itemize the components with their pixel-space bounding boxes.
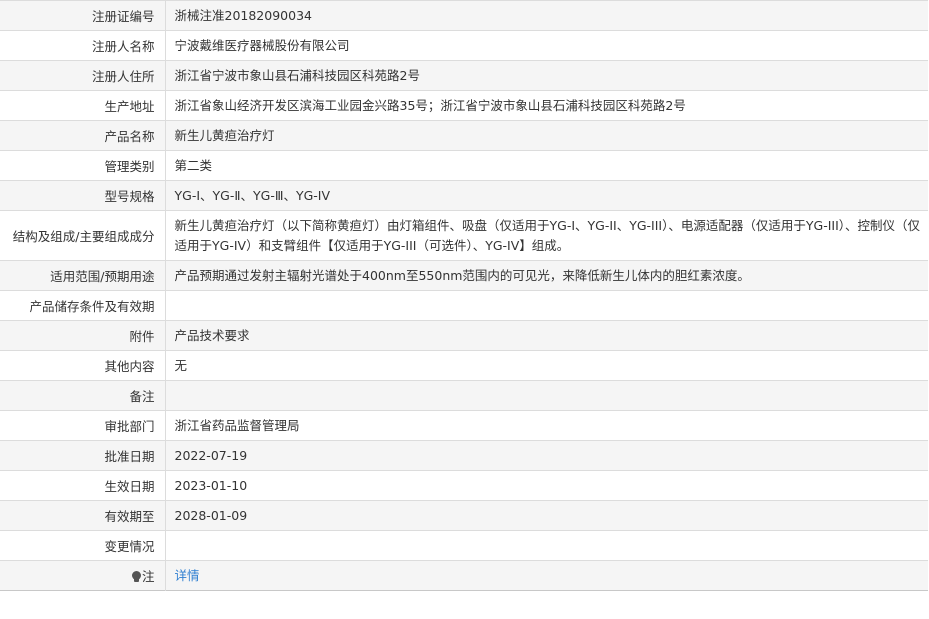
field-label: 备注 (0, 380, 166, 411)
field-value: 新生儿黄疸治疗灯（以下简称黄疸灯）由灯箱组件、吸盘（仅适用于YG-I、YG-II… (165, 210, 928, 261)
field-label: 审批部门 (0, 410, 166, 441)
row-note: 注 详情 (0, 560, 928, 591)
field-label: 变更情况 (0, 530, 166, 561)
field-value: 产品预期通过发射主辐射光谱处于400nm至550nm范围内的可见光，来降低新生儿… (165, 260, 928, 291)
row-management-category: 管理类别 第二类 (0, 150, 928, 181)
field-label: 型号规格 (0, 180, 166, 211)
field-label: 附件 (0, 320, 166, 351)
field-label: 其他内容 (0, 350, 166, 381)
field-value: 浙械注准20182090034 (165, 0, 928, 31)
row-approval-date: 批准日期 2022-07-19 (0, 440, 928, 471)
field-label: 适用范围/预期用途 (0, 260, 166, 291)
field-label: 产品储存条件及有效期 (0, 290, 166, 321)
field-label: 有效期至 (0, 500, 166, 531)
row-approval-department: 审批部门 浙江省药品监督管理局 (0, 410, 928, 441)
field-value: 浙江省宁波市象山县石浦科技园区科苑路2号 (165, 60, 928, 91)
lightbulb-icon (131, 571, 141, 583)
field-label: 管理类别 (0, 150, 166, 181)
row-registration-number: 注册证编号 浙械注准20182090034 (0, 0, 928, 31)
field-value: 浙江省象山经济开发区滨海工业园金兴路35号；浙江省宁波市象山县石浦科技园区科苑路… (165, 90, 928, 121)
row-registrant-address: 注册人住所 浙江省宁波市象山县石浦科技园区科苑路2号 (0, 60, 928, 91)
row-valid-until: 有效期至 2028-01-09 (0, 500, 928, 531)
field-value: 宁波戴维医疗器械股份有限公司 (165, 30, 928, 61)
row-intended-use: 适用范围/预期用途 产品预期通过发射主辐射光谱处于400nm至550nm范围内的… (0, 260, 928, 291)
note-label-cell: 注 (0, 560, 166, 591)
row-registrant-name: 注册人名称 宁波戴维医疗器械股份有限公司 (0, 30, 928, 61)
field-value: YG-Ⅰ、YG-Ⅱ、YG-Ⅲ、YG-IV (165, 180, 928, 211)
row-product-name: 产品名称 新生儿黄疸治疗灯 (0, 120, 928, 151)
row-model-spec: 型号规格 YG-Ⅰ、YG-Ⅱ、YG-Ⅲ、YG-IV (0, 180, 928, 211)
field-label: 注册证编号 (0, 0, 166, 31)
note-label: 注 (141, 569, 155, 584)
field-label: 生效日期 (0, 470, 166, 501)
row-structure-composition: 结构及组成/主要组成成分 新生儿黄疸治疗灯（以下简称黄疸灯）由灯箱组件、吸盘（仅… (0, 210, 928, 261)
field-label: 产品名称 (0, 120, 166, 151)
row-change-history: 变更情况 (0, 530, 928, 561)
field-label: 注册人名称 (0, 30, 166, 61)
note-value-cell: 详情 (165, 561, 928, 591)
field-value: 2022-07-19 (165, 440, 928, 471)
field-value: 2028-01-09 (165, 500, 928, 531)
field-label: 生产地址 (0, 90, 166, 121)
row-production-address: 生产地址 浙江省象山经济开发区滨海工业园金兴路35号；浙江省宁波市象山县石浦科技… (0, 90, 928, 121)
field-label: 结构及组成/主要组成成分 (0, 210, 166, 261)
field-label: 注册人住所 (0, 60, 166, 91)
row-storage-validity: 产品储存条件及有效期 (0, 290, 928, 321)
field-value (165, 380, 928, 411)
field-value (165, 290, 928, 321)
row-attachment: 附件 产品技术要求 (0, 320, 928, 351)
field-value: 2023-01-10 (165, 470, 928, 501)
details-link[interactable]: 详情 (175, 568, 200, 583)
registration-detail-table: 注册证编号 浙械注准20182090034 注册人名称 宁波戴维医疗器械股份有限… (0, 0, 928, 591)
row-other-content: 其他内容 无 (0, 350, 928, 381)
row-effective-date: 生效日期 2023-01-10 (0, 470, 928, 501)
field-value: 产品技术要求 (165, 320, 928, 351)
field-value: 无 (165, 350, 928, 381)
field-value: 新生儿黄疸治疗灯 (165, 120, 928, 151)
field-value (165, 530, 928, 561)
row-remarks: 备注 (0, 380, 928, 411)
field-value: 第二类 (165, 150, 928, 181)
field-label: 批准日期 (0, 440, 166, 471)
field-value: 浙江省药品监督管理局 (165, 410, 928, 441)
